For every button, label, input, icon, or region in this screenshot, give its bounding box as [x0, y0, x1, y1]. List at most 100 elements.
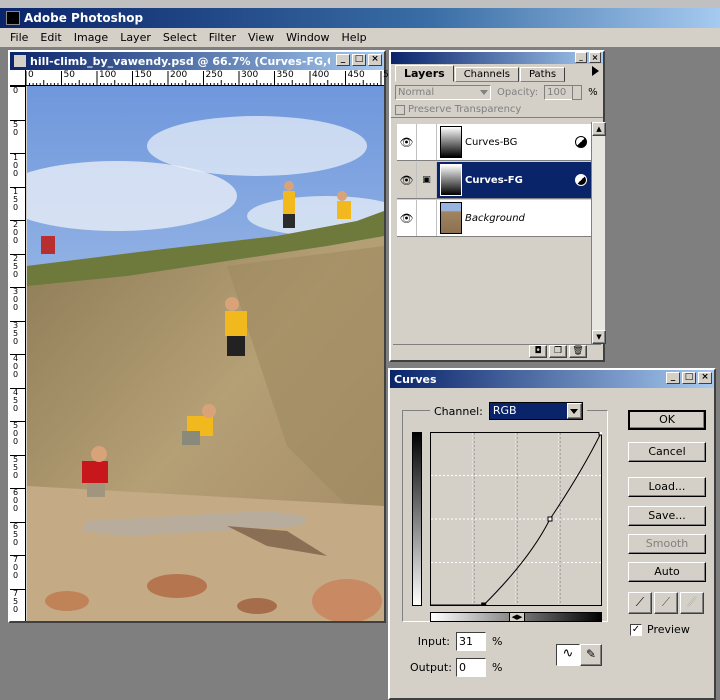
menu-file[interactable]: File	[4, 31, 34, 44]
opacity-label: Opacity:	[497, 86, 539, 98]
ruler-v-label: 50	[13, 119, 19, 137]
eyedropper-group: ⟋ ⟋ ⟋	[628, 592, 704, 614]
ruler-h-label: 50	[63, 70, 75, 80]
layers-tabs: Layers Channels Paths	[391, 64, 603, 82]
preview-checkbox[interactable]: ✓	[630, 623, 642, 636]
menu-window[interactable]: Window	[280, 31, 335, 44]
tab-layers[interactable]: Layers	[395, 65, 454, 82]
minimize-button[interactable]: _	[336, 54, 350, 66]
ruler-v-label: 150	[13, 186, 19, 212]
layer-row-curves-fg[interactable]: 👁 ▣ Curves-FG	[397, 162, 593, 199]
curves-titlebar: Curves _ □ ×	[390, 370, 714, 388]
add-mask-icon[interactable]: ◘	[529, 345, 547, 358]
ruler-v-label: 0	[13, 86, 19, 95]
app-titlebar: Adobe Photoshop	[0, 8, 720, 28]
menu-help[interactable]: Help	[336, 31, 373, 44]
eye-icon[interactable]: 👁	[397, 200, 417, 236]
menu-select[interactable]: Select	[157, 31, 203, 44]
pencil-tool-icon[interactable]: ✎	[580, 644, 602, 666]
ok-button[interactable]: OK	[628, 410, 706, 430]
scroll-down-button[interactable]: ▼	[592, 330, 606, 344]
opacity-arrow-icon[interactable]	[572, 84, 583, 100]
minimize-button[interactable]: _	[666, 372, 680, 384]
link-cell[interactable]	[417, 200, 437, 236]
output-field[interactable]: 0	[456, 658, 486, 677]
document-titlebar: hill-climb_by_vawendy.psd @ 66.7% (Curve…	[10, 52, 384, 70]
gradient-toggle-icon[interactable]: ◀▶	[509, 612, 525, 622]
opacity-field[interactable]: 100	[544, 84, 583, 100]
layers-scrollbar[interactable]: ▲ ▼	[591, 122, 606, 344]
layer-row-background[interactable]: 👁 Background	[397, 200, 593, 237]
photo-canvas	[27, 86, 384, 621]
curve-tool-group: ∿ ✎	[556, 644, 602, 666]
ruler-h-label: 300	[241, 70, 259, 80]
curve-point[interactable]	[598, 432, 602, 436]
preview-label: Preview	[647, 623, 690, 636]
scroll-up-button[interactable]: ▲	[592, 122, 606, 136]
blend-mode-select[interactable]: Normal	[395, 84, 491, 100]
panel-minimize-button[interactable]: _	[575, 52, 587, 63]
photoshop-icon	[6, 11, 20, 25]
black-eyedropper-icon[interactable]: ⟋	[628, 592, 652, 614]
ruler-v-label: 200	[13, 220, 19, 245]
auto-button[interactable]: Auto	[628, 562, 706, 582]
gray-eyedropper-icon[interactable]: ⟋	[654, 592, 678, 614]
cancel-button[interactable]: Cancel	[628, 442, 706, 462]
brush-icon[interactable]: ▣	[417, 162, 437, 198]
save-button[interactable]: Save...	[628, 506, 706, 526]
tab-channels[interactable]: Channels	[454, 67, 519, 82]
dropdown-arrow-icon[interactable]	[566, 403, 582, 419]
link-cell[interactable]	[417, 124, 437, 160]
panel-close-button[interactable]: ×	[589, 52, 601, 63]
ruler-h-label: 0	[28, 70, 34, 80]
ruler-v-label: 300	[13, 287, 19, 312]
output-gradient-bar	[412, 432, 422, 606]
menu-edit[interactable]: Edit	[34, 31, 67, 44]
menu-image[interactable]: Image	[68, 31, 114, 44]
preview-row: ✓ Preview	[630, 623, 690, 636]
tab-paths[interactable]: Paths	[519, 67, 566, 82]
channel-label: Channel:	[434, 404, 483, 418]
curve-point[interactable]	[547, 516, 553, 522]
layer-thumbnail	[440, 164, 462, 196]
trash-icon[interactable]: 🗑	[569, 345, 587, 358]
new-layer-icon[interactable]: ❐	[549, 345, 567, 358]
preserve-checkbox[interactable]	[395, 104, 405, 115]
menu-view[interactable]: View	[242, 31, 280, 44]
dropdown-arrow-icon	[480, 89, 488, 95]
menu-layer[interactable]: Layer	[114, 31, 157, 44]
maximize-button[interactable]: □	[352, 54, 366, 66]
app-title: Adobe Photoshop	[24, 11, 144, 25]
curves-title: Curves	[394, 372, 437, 386]
panel-menu-arrow-icon[interactable]	[592, 66, 599, 76]
eye-icon[interactable]: 👁	[397, 162, 417, 198]
ruler-v-label: 700	[13, 555, 19, 580]
load-button[interactable]: Load...	[628, 477, 706, 497]
close-button[interactable]: ×	[368, 54, 382, 66]
opacity-value: 100	[547, 86, 567, 98]
ruler-h-label: 450	[347, 70, 365, 80]
ruler-h-label: 100	[99, 70, 117, 80]
channel-select[interactable]: RGB	[488, 402, 583, 420]
ruler-v-label: 650	[13, 521, 19, 547]
input-field[interactable]: 31	[456, 632, 486, 651]
maximize-button[interactable]: □	[682, 372, 696, 384]
layers-list: 👁 Curves-BG 👁 ▣ Curves-FG 👁 Background ▲…	[393, 122, 606, 344]
channel-value: RGB	[492, 404, 517, 417]
curve-tool-icon[interactable]: ∿	[556, 644, 580, 666]
layer-thumbnail	[440, 126, 462, 158]
white-eyedropper-icon[interactable]: ⟋	[680, 592, 704, 614]
blend-mode-value: Normal	[398, 86, 435, 98]
layer-row-curves-bg[interactable]: 👁 Curves-BG	[397, 124, 593, 161]
close-button[interactable]: ×	[698, 372, 712, 384]
layer-name: Background	[465, 212, 525, 224]
smooth-button[interactable]: Smooth	[628, 534, 706, 554]
document-title: hill-climb_by_vawendy.psd @ 66.7% (Curve…	[30, 54, 330, 68]
curve-point[interactable]	[481, 602, 487, 606]
ruler-h-label: 400	[312, 70, 330, 80]
eye-icon[interactable]: 👁	[397, 124, 417, 160]
menu-filter[interactable]: Filter	[203, 31, 242, 44]
curve-graph[interactable]	[430, 432, 602, 606]
preserve-label: Preserve Transparency	[408, 104, 522, 115]
layers-panel: _ × Layers Channels Paths Normal Opacity…	[389, 50, 606, 362]
